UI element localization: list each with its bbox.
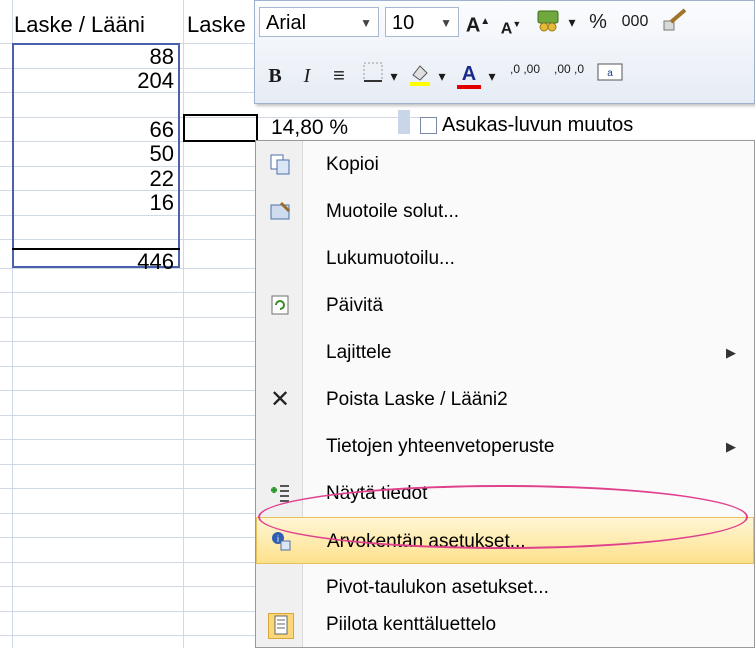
fill-color-icon (410, 65, 430, 86)
active-cell[interactable]: 14,80 % (183, 114, 348, 142)
decrease-decimal-button[interactable]: ,00 ,0 (549, 63, 589, 93)
align-center-icon: ≡ (333, 65, 345, 87)
pivot-header-cell[interactable]: Laske (187, 8, 253, 42)
menu-item-label: Poista Laske / Lääni2 (326, 389, 508, 410)
table-cell[interactable]: 16 (14, 191, 174, 215)
grow-font-icon: A (465, 14, 481, 37)
menu-item-label: Tietojen yhteenvetoperuste (326, 436, 555, 457)
menu-item-label: Lajittele (326, 342, 392, 363)
accounting-format-button[interactable] (531, 7, 565, 37)
svg-text:a: a (607, 68, 613, 79)
column-divider (183, 0, 184, 648)
submenu-arrow-icon: ▶ (726, 439, 736, 454)
shrink-font-button[interactable]: A▼ (497, 9, 525, 39)
pivot-header-cell[interactable]: Laske / Lääni (14, 8, 182, 42)
chevron-down-icon[interactable]: ▾ (435, 61, 449, 91)
table-cell[interactable]: 22 (14, 167, 174, 191)
field-list-panel-edge (398, 110, 410, 134)
copy-icon (268, 153, 292, 177)
percent-style-button[interactable]: % (585, 7, 611, 37)
center-align-button[interactable]: ≡ (325, 61, 353, 91)
chevron-down-icon[interactable]: ▼ (360, 8, 372, 38)
mini-toolbar: Arial ▼ 10 ▼ A▲ A▼ ▾ % 000 B I ≡ ▾ ▾ A ▾… (254, 0, 755, 104)
shrink-font-icon: A (500, 20, 513, 38)
borders-icon (363, 62, 383, 82)
fill-color-button[interactable] (405, 61, 435, 91)
table-cell[interactable]: 88 (14, 45, 174, 69)
grand-total-cell[interactable]: 446 (14, 250, 174, 274)
grow-font-button[interactable]: A▲ (463, 7, 493, 37)
table-cell[interactable]: 204 (14, 69, 174, 93)
font-size-combo[interactable]: 10 ▼ (385, 7, 459, 37)
font-size-value: 10 (392, 12, 415, 34)
font-color-icon: A (461, 63, 477, 85)
format-painter-button[interactable] (659, 7, 691, 37)
increase-decimal-button[interactable]: ,0 ,00 (505, 63, 545, 93)
field-list-item-label: Asukas-luvun muutos (442, 114, 634, 136)
borders-button[interactable] (359, 61, 387, 91)
accounting-format-icon (537, 10, 559, 32)
remove-icon: ✕ (269, 386, 291, 413)
table-cell[interactable]: 66 (14, 118, 174, 142)
menu-item-hide-field-list[interactable]: Piilota kenttäluettelo (256, 601, 754, 648)
menu-item-number-format[interactable]: Lukumuotoilu... (256, 235, 754, 282)
menu-item-format-cells[interactable]: Muotoile solut... (256, 188, 754, 235)
field-list-icon (268, 613, 294, 639)
chevron-down-icon[interactable]: ▼ (440, 8, 452, 38)
menu-item-copy[interactable]: Kopioi (256, 141, 754, 188)
merge-center-button[interactable]: a (595, 61, 625, 91)
merge-center-icon: a (597, 63, 623, 81)
menu-item-refresh[interactable]: Päivitä (256, 282, 754, 329)
context-menu: Kopioi Muotoile solut... Lukumuotoilu...… (255, 140, 755, 648)
chevron-down-icon[interactable]: ▾ (565, 7, 579, 37)
italic-button[interactable]: I (293, 61, 321, 91)
chevron-down-icon[interactable]: ▾ (485, 61, 499, 91)
menu-item-summarize-by[interactable]: Tietojen yhteenvetoperuste ▶ (256, 423, 754, 470)
menu-item-label: Piilota kenttäluettelo (326, 614, 497, 635)
table-cell[interactable]: 50 (14, 142, 174, 166)
font-name-value: Arial (266, 12, 307, 34)
font-color-button[interactable]: A (455, 59, 483, 89)
highlight-annotation-ellipse (258, 485, 748, 549)
menu-item-label: Kopioi (326, 154, 379, 175)
menu-item-label: Päivitä (326, 295, 384, 316)
increase-decimal-icon: ,0 ,00 (509, 62, 541, 76)
format-cells-icon (268, 200, 292, 224)
field-checkbox[interactable] (420, 117, 437, 134)
menu-item-label: Lukumuotoilu... (326, 248, 455, 269)
decrease-decimal-icon: ,00 ,0 (553, 62, 585, 76)
font-name-combo[interactable]: Arial ▼ (259, 7, 379, 37)
value-field-settings-icon: i (269, 530, 293, 554)
bold-button[interactable]: B (261, 61, 289, 91)
active-cell-value: 14,80 % (271, 116, 349, 139)
submenu-arrow-icon: ▶ (726, 345, 736, 360)
menu-item-sort[interactable]: Lajittele ▶ (256, 329, 754, 376)
format-painter-icon (663, 8, 687, 31)
svg-text:i: i (277, 534, 279, 544)
comma-style-button[interactable]: 000 (615, 7, 655, 37)
menu-item-remove-field[interactable]: ✕ Poista Laske / Lääni2 (256, 376, 754, 423)
menu-item-label: Muotoile solut... (326, 201, 460, 222)
chevron-down-icon[interactable]: ▾ (387, 61, 401, 91)
refresh-icon (268, 294, 292, 318)
